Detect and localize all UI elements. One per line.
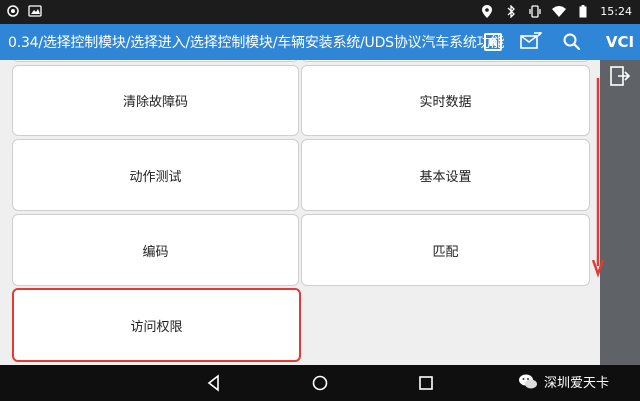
- adaptation-button[interactable]: 匹配: [301, 214, 590, 286]
- image-icon: [28, 4, 42, 18]
- watermark: 深圳爱天卡: [518, 372, 609, 391]
- app-header: 0.34/选择控制模块/选择进入/选择控制模块/车辆安装系统/UDS协议汽车系统…: [0, 24, 600, 60]
- wifi-icon: [552, 4, 567, 18]
- function-grid: 清除故障码 实时数据 动作测试 基本设置 编码 匹配 访问权限: [0, 60, 600, 365]
- access-permission-button[interactable]: 访问权限: [12, 288, 301, 362]
- mail-arrow-icon[interactable]: [520, 29, 543, 52]
- tile-label: 匹配: [432, 244, 459, 260]
- bluetooth-icon: [504, 4, 518, 18]
- wechat-icon: [518, 373, 538, 391]
- clear-dtc-button[interactable]: 清除故障码: [12, 65, 299, 136]
- home-icon[interactable]: [310, 373, 330, 393]
- live-data-button[interactable]: 实时数据: [301, 65, 590, 136]
- coding-button[interactable]: 编码: [12, 214, 299, 286]
- vci-button[interactable]: VCI: [600, 24, 640, 60]
- breadcrumb-title: 0.34/选择控制模块/选择进入/选择控制模块/车辆安装系统/UDS协议汽车系统…: [8, 35, 505, 51]
- app-circle-icon: [6, 4, 20, 18]
- status-right: 15:24: [480, 4, 632, 18]
- search-icon[interactable]: [562, 32, 582, 52]
- status-left: [6, 4, 42, 18]
- tile-label: 编码: [142, 244, 169, 260]
- function-tile-top-right[interactable]: [301, 60, 590, 62]
- function-tile-top-left[interactable]: [12, 60, 299, 62]
- tile-label: 基本设置: [419, 169, 472, 185]
- side-panel: VCI: [600, 24, 640, 365]
- r-badge[interactable]: R: [484, 33, 502, 51]
- vibrate-icon: [528, 4, 542, 18]
- status-time: 15:24: [600, 4, 632, 18]
- back-icon[interactable]: [204, 373, 224, 393]
- tile-label: 动作测试: [129, 169, 182, 185]
- watermark-text: 深圳爱天卡: [544, 376, 610, 391]
- action-test-button[interactable]: 动作测试: [12, 139, 299, 211]
- battery-icon: [576, 4, 590, 18]
- recents-icon[interactable]: [416, 373, 436, 393]
- tile-label: 访问权限: [130, 319, 183, 335]
- status-bar: 15:24: [0, 0, 640, 24]
- basic-settings-button[interactable]: 基本设置: [301, 139, 590, 211]
- tile-label: 清除故障码: [122, 95, 188, 110]
- location-icon: [480, 4, 494, 18]
- exit-icon[interactable]: [608, 64, 632, 88]
- tile-label: 实时数据: [419, 95, 472, 110]
- scroll-down-arrow: [591, 78, 605, 278]
